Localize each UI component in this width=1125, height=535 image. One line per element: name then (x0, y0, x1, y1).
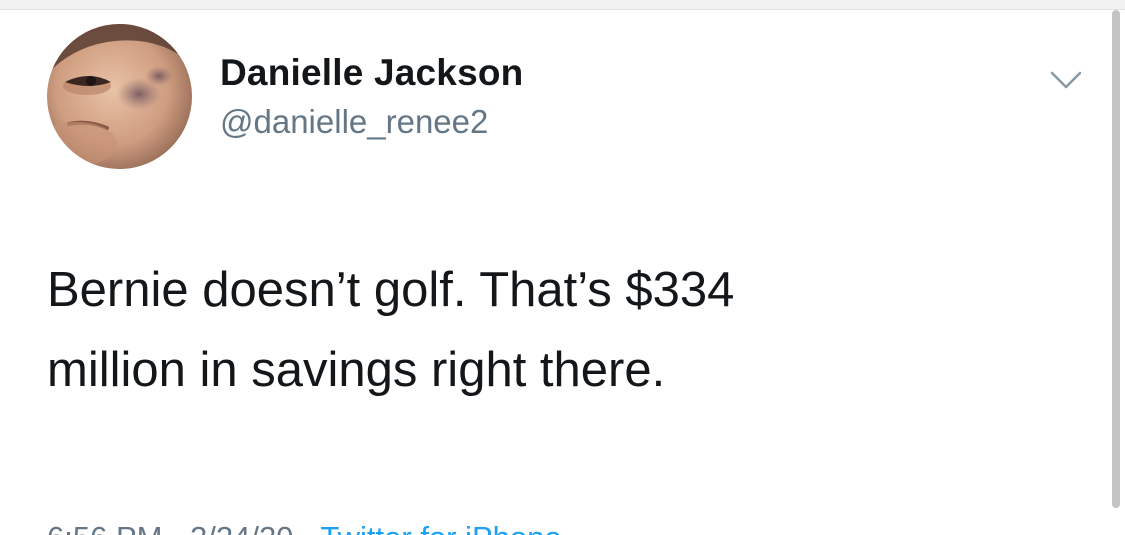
tweet-card: Danielle Jackson @danielle_renee2 Bernie… (0, 10, 1108, 535)
tweet-text: Bernie doesn’t golf. That’s $334 million… (47, 263, 735, 397)
display-name[interactable]: Danielle Jackson (220, 52, 523, 94)
scrollbar-thumb[interactable] (1112, 10, 1120, 508)
chevron-down-icon[interactable] (1046, 60, 1086, 100)
tweet-metadata: 6:56 PM · 2/24/20 · Twitter for iPhone (47, 520, 562, 535)
scrollbar[interactable] (1108, 10, 1125, 535)
tweet-source-link[interactable]: Twitter for iPhone (320, 520, 561, 535)
tweet-timestamp[interactable]: 6:56 PM · 2/24/20 · (47, 520, 320, 535)
user-handle[interactable]: @danielle_renee2 (220, 103, 488, 141)
avatar[interactable] (47, 24, 192, 169)
top-divider (0, 0, 1125, 10)
